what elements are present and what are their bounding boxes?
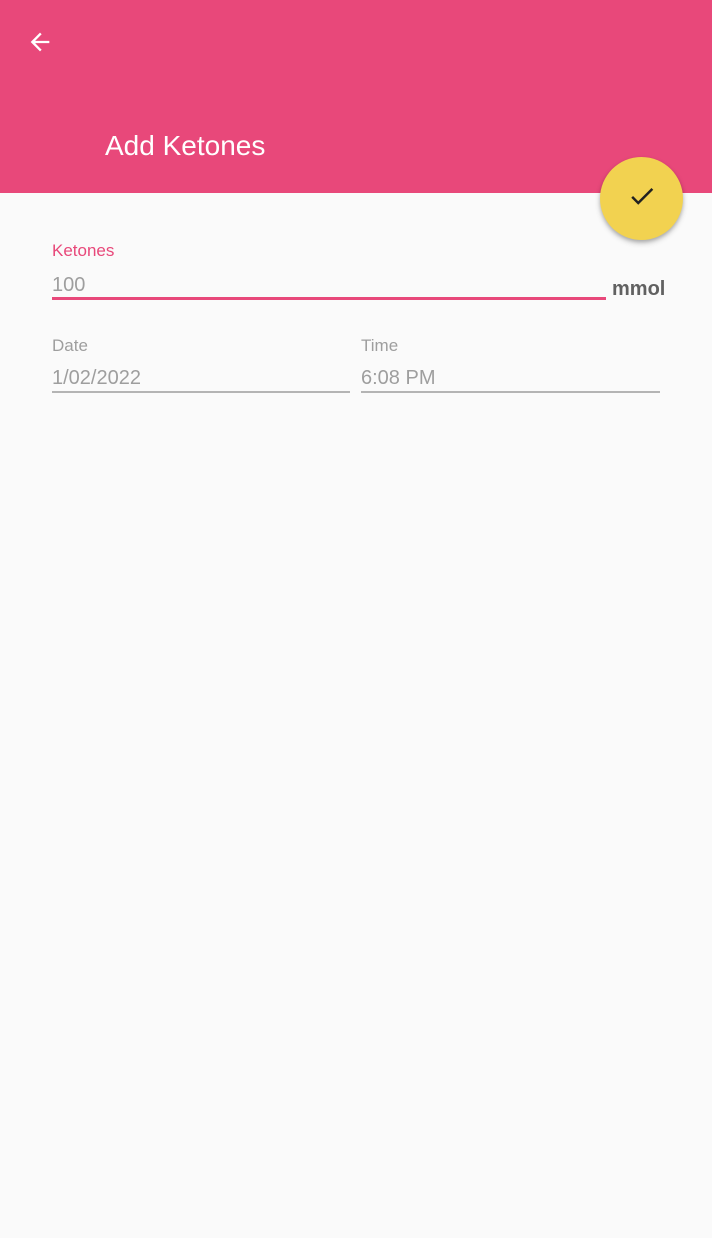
add-ketones-screen: Add Ketones Ketones mmol Date 1/02/2022 … (0, 0, 712, 1238)
ketones-input[interactable] (52, 272, 606, 298)
app-bar: Add Ketones (0, 0, 712, 193)
back-button[interactable] (18, 26, 62, 62)
ketones-label: Ketones (52, 241, 115, 260)
unit-label: mmol (612, 278, 666, 300)
check-icon (627, 181, 657, 216)
arrow-left-icon (26, 28, 54, 61)
time-underline (361, 391, 660, 393)
time-field[interactable]: 6:08 PM (361, 366, 660, 392)
date-underline (52, 391, 350, 393)
save-button[interactable] (600, 157, 683, 240)
page-title: Add Ketones (105, 130, 266, 161)
time-label: Time (361, 336, 399, 355)
date-label: Date (52, 336, 88, 355)
ketones-underline (52, 297, 606, 300)
date-field[interactable]: 1/02/2022 (52, 366, 350, 392)
